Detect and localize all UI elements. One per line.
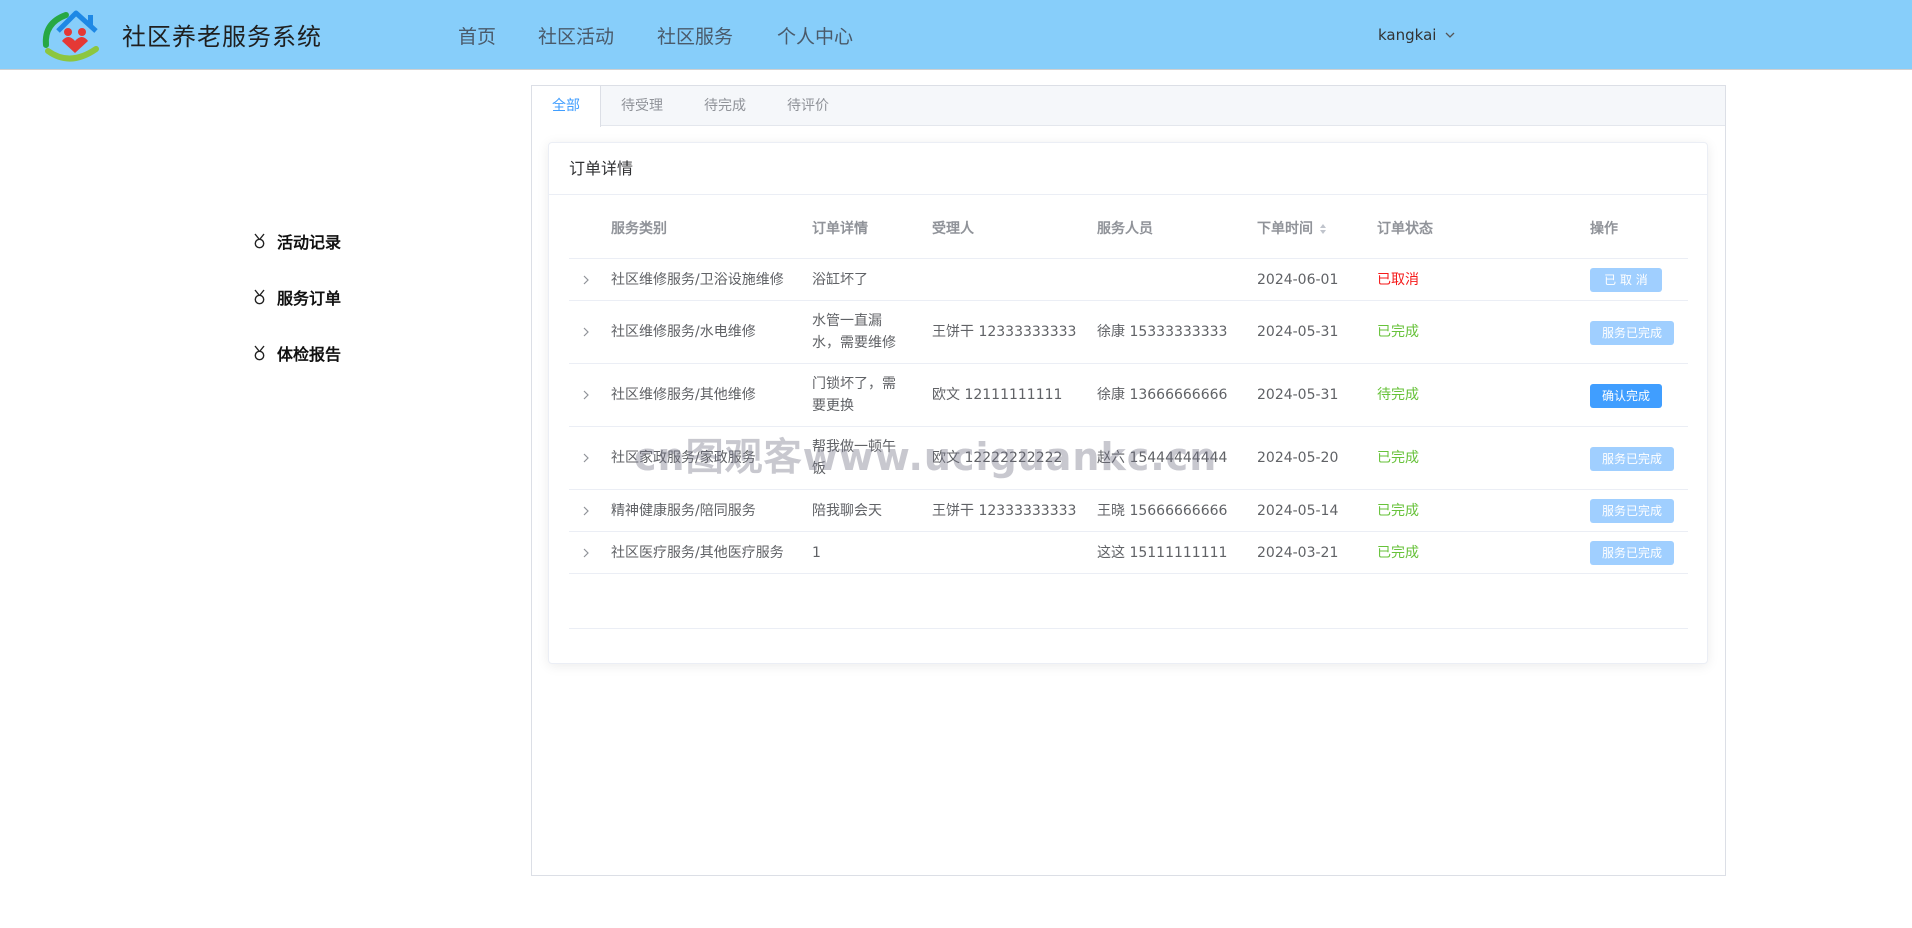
top-header: 社区养老服务系统 首页 社区活动 社区服务 个人中心 kangkai <box>0 0 1912 70</box>
cell-staff: 赵六 15444444444 <box>1097 450 1228 466</box>
orders-table: 服务类别 订单详情 受理人 服务人员 下单时间 订单状态 操作 社区维修服务/卫… <box>569 219 1688 574</box>
cell-handler: 欧文 12222222222 <box>932 450 1063 466</box>
tab-pending-accept[interactable]: 待受理 <box>612 86 672 126</box>
col-action: 操作 <box>1590 221 1618 237</box>
chevron-right-icon[interactable] <box>581 390 591 400</box>
cell-detail: 陪我聊会天 <box>812 503 882 519</box>
cell-time: 2024-05-31 <box>1257 387 1339 403</box>
col-time[interactable]: 下单时间 <box>1257 219 1327 239</box>
logo-icon <box>42 10 99 62</box>
order-details-card: 订单详情 服务类别 订单详情 受理人 服务人员 下单时间 订单状态 操作 社区维… <box>548 142 1708 664</box>
table-header: 服务类别 订单详情 受理人 服务人员 下单时间 订单状态 操作 <box>569 219 1688 259</box>
nav-personal-center[interactable]: 个人中心 <box>777 22 853 49</box>
sidebar-item-activity-record[interactable]: 活动记录 <box>252 229 341 253</box>
table-row: 精神健康服务/陪同服务 陪我聊会天 王饼干 12333333333 王晓 156… <box>569 490 1688 532</box>
table-row: 社区维修服务/其他维修 门锁坏了，需要更换 欧文 12111111111 徐康 … <box>569 364 1688 427</box>
col-category: 服务类别 <box>611 221 667 237</box>
col-detail: 订单详情 <box>812 221 868 237</box>
cell-detail: 帮我做一顿午饭 <box>812 439 896 477</box>
service-completed-button[interactable]: 服务已完成 <box>1590 447 1674 471</box>
app-title: 社区养老服务系统 <box>122 23 322 51</box>
cell-handler: 王饼干 12333333333 <box>932 324 1077 340</box>
card-title: 订单详情 <box>549 143 1707 195</box>
medal-icon <box>254 233 265 249</box>
status-badge: 待完成 <box>1377 387 1419 403</box>
service-completed-button[interactable]: 服务已完成 <box>1590 541 1674 565</box>
medal-icon <box>254 289 265 305</box>
status-badge: 已完成 <box>1377 450 1419 466</box>
status-badge: 已取消 <box>1377 272 1419 288</box>
service-completed-button[interactable]: 服务已完成 <box>1590 499 1674 523</box>
table-row: 社区家政服务/家政服务 帮我做一顿午饭 欧文 12222222222 赵六 15… <box>569 427 1688 490</box>
table-row: 社区医疗服务/其他医疗服务 1 这这 15111111111 2024-03-2… <box>569 532 1688 574</box>
table-row: 社区维修服务/卫浴设施维修 浴缸坏了 2024-06-01 已取消 已 取 消 <box>569 259 1688 301</box>
orders-panel: 全部 待受理 待完成 待评价 订单详情 服务类别 订单详情 受理人 服务人员 下… <box>531 85 1726 876</box>
cell-category: 社区家政服务/家政服务 <box>611 450 756 466</box>
nav-community-activity[interactable]: 社区活动 <box>538 22 614 49</box>
col-handler: 受理人 <box>932 221 974 237</box>
user-menu[interactable]: kangkai <box>1378 26 1456 44</box>
sidebar-item-label: 活动记录 <box>277 233 342 252</box>
cell-handler: 欧文 12111111111 <box>932 387 1063 403</box>
cancelled-button[interactable]: 已 取 消 <box>1590 268 1662 292</box>
sidebar-item-health-report[interactable]: 体检报告 <box>252 341 341 365</box>
cell-category: 社区维修服务/水电维修 <box>611 324 756 340</box>
chevron-right-icon[interactable] <box>581 453 591 463</box>
table-bottom-border <box>569 628 1688 629</box>
cell-time: 2024-05-14 <box>1257 503 1339 519</box>
tab-pending-review[interactable]: 待评价 <box>778 86 838 126</box>
sidebar-item-label: 体检报告 <box>277 345 342 364</box>
nav-home[interactable]: 首页 <box>458 22 496 49</box>
service-completed-button[interactable]: 服务已完成 <box>1590 321 1674 345</box>
sort-icon[interactable] <box>1319 223 1327 235</box>
cell-staff: 徐康 15333333333 <box>1097 324 1228 340</box>
col-status: 订单状态 <box>1377 221 1433 237</box>
cell-category: 社区维修服务/卫浴设施维修 <box>611 272 784 288</box>
chevron-right-icon[interactable] <box>581 548 591 558</box>
confirm-complete-button[interactable]: 确认完成 <box>1590 384 1662 408</box>
cell-staff: 这这 15111111111 <box>1097 545 1228 561</box>
cell-staff: 徐康 13666666666 <box>1097 387 1228 403</box>
cell-handler: 王饼干 12333333333 <box>932 503 1077 519</box>
medal-icon <box>254 345 265 361</box>
tab-bar: 全部 待受理 待完成 待评价 <box>532 86 1725 127</box>
sidebar-item-label: 服务订单 <box>277 289 342 308</box>
cell-detail: 水管一直漏水，需要维修 <box>812 313 896 351</box>
cell-staff: 王晓 15666666666 <box>1097 503 1228 519</box>
tab-pending-complete[interactable]: 待完成 <box>695 86 755 126</box>
cell-detail: 1 <box>812 545 821 561</box>
cell-detail: 门锁坏了，需要更换 <box>812 376 896 414</box>
nav-community-service[interactable]: 社区服务 <box>657 22 733 49</box>
status-badge: 已完成 <box>1377 324 1419 340</box>
sidebar-item-service-order[interactable]: 服务订单 <box>252 285 341 309</box>
cell-time: 2024-03-21 <box>1257 545 1339 561</box>
status-badge: 已完成 <box>1377 545 1419 561</box>
cell-category: 社区医疗服务/其他医疗服务 <box>611 545 784 561</box>
table-row: 社区维修服务/水电维修 水管一直漏水，需要维修 王饼干 12333333333 … <box>569 301 1688 364</box>
cell-category: 社区维修服务/其他维修 <box>611 387 756 403</box>
chevron-right-icon[interactable] <box>581 275 591 285</box>
chevron-right-icon[interactable] <box>581 506 591 516</box>
chevron-down-icon <box>1445 32 1455 38</box>
cell-time: 2024-05-20 <box>1257 450 1339 466</box>
chevron-right-icon[interactable] <box>581 327 591 337</box>
col-time-label: 下单时间 <box>1257 221 1313 237</box>
cell-time: 2024-06-01 <box>1257 272 1339 288</box>
cell-detail: 浴缸坏了 <box>812 272 868 288</box>
username: kangkai <box>1378 26 1437 44</box>
status-badge: 已完成 <box>1377 503 1419 519</box>
cell-category: 精神健康服务/陪同服务 <box>611 503 756 519</box>
tab-all[interactable]: 全部 <box>532 86 601 127</box>
cell-time: 2024-05-31 <box>1257 324 1339 340</box>
col-staff: 服务人员 <box>1097 221 1153 237</box>
